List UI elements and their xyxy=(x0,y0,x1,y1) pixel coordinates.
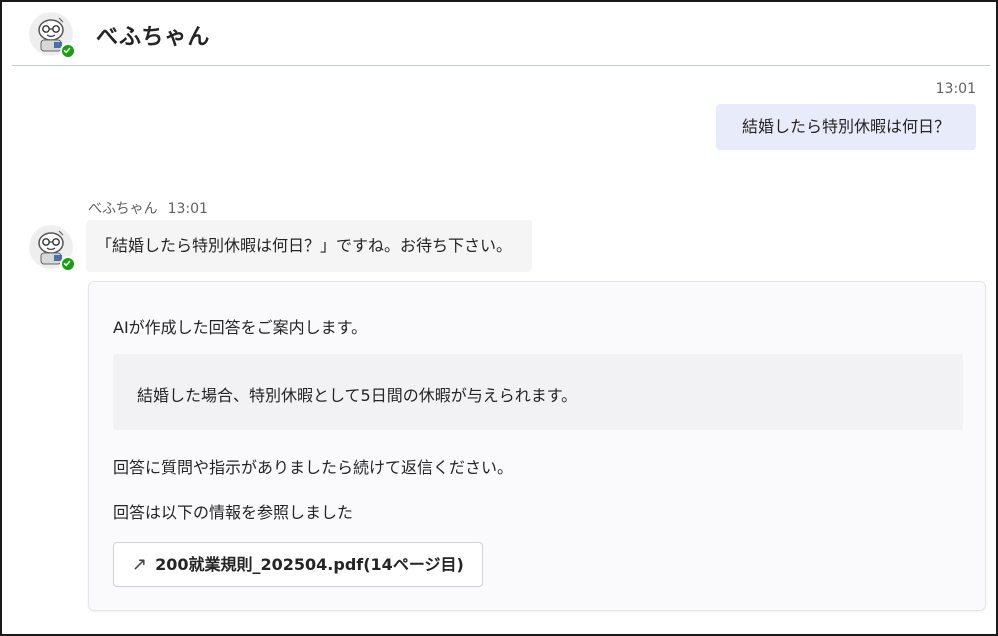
reference-document-label: 200就業規則_202504.pdf(14ページ目) xyxy=(155,555,464,574)
sent-message-time: 13:01 xyxy=(935,81,976,97)
chat-title: べふちゃん xyxy=(96,25,211,50)
followup-text: 回答に質問や指示がありましたら続けて返信ください。 xyxy=(113,458,514,477)
bot-avatar[interactable] xyxy=(29,225,76,272)
answer-text: 結婚した場合、特別休暇として5日間の休暇が与えられます。 xyxy=(137,386,578,405)
answer-intro-text: AIが作成した回答をご案内します。 xyxy=(113,318,368,337)
sent-message-bubble[interactable]: 結婚したら特別休暇は何日？ xyxy=(715,104,976,150)
chat-window: べふちゃん 13:01 結婚したら特別休暇は何日？ べふちゃん 13:01 「結婚… xyxy=(0,0,998,636)
bot-avatar-header[interactable] xyxy=(29,12,76,59)
available-status-icon xyxy=(60,43,76,59)
available-status-icon xyxy=(60,256,76,272)
ai-answer-card: AIが作成した回答をご案内します。 結婚した場合、特別休暇として5日間の休暇が与… xyxy=(88,281,986,611)
chat-header: べふちゃん xyxy=(12,6,990,66)
reference-label: 回答は以下の情報を参照しました xyxy=(113,503,354,522)
answer-block: 結婚した場合、特別休暇として5日間の休暇が与えられます。 xyxy=(113,354,963,430)
bot-message-meta: べふちゃん 13:01 xyxy=(88,198,208,218)
bot-sender-name: べふちゃん xyxy=(88,201,158,217)
bot-message-time: 13:01 xyxy=(167,201,208,217)
open-link-icon: ↗ xyxy=(132,554,148,575)
bot-message-bubble[interactable]: 「結婚したら特別休暇は何日？」ですね。お待ち下さい。 xyxy=(86,220,533,272)
reference-document-button[interactable]: ↗ 200就業規則_202504.pdf(14ページ目) xyxy=(113,542,483,587)
